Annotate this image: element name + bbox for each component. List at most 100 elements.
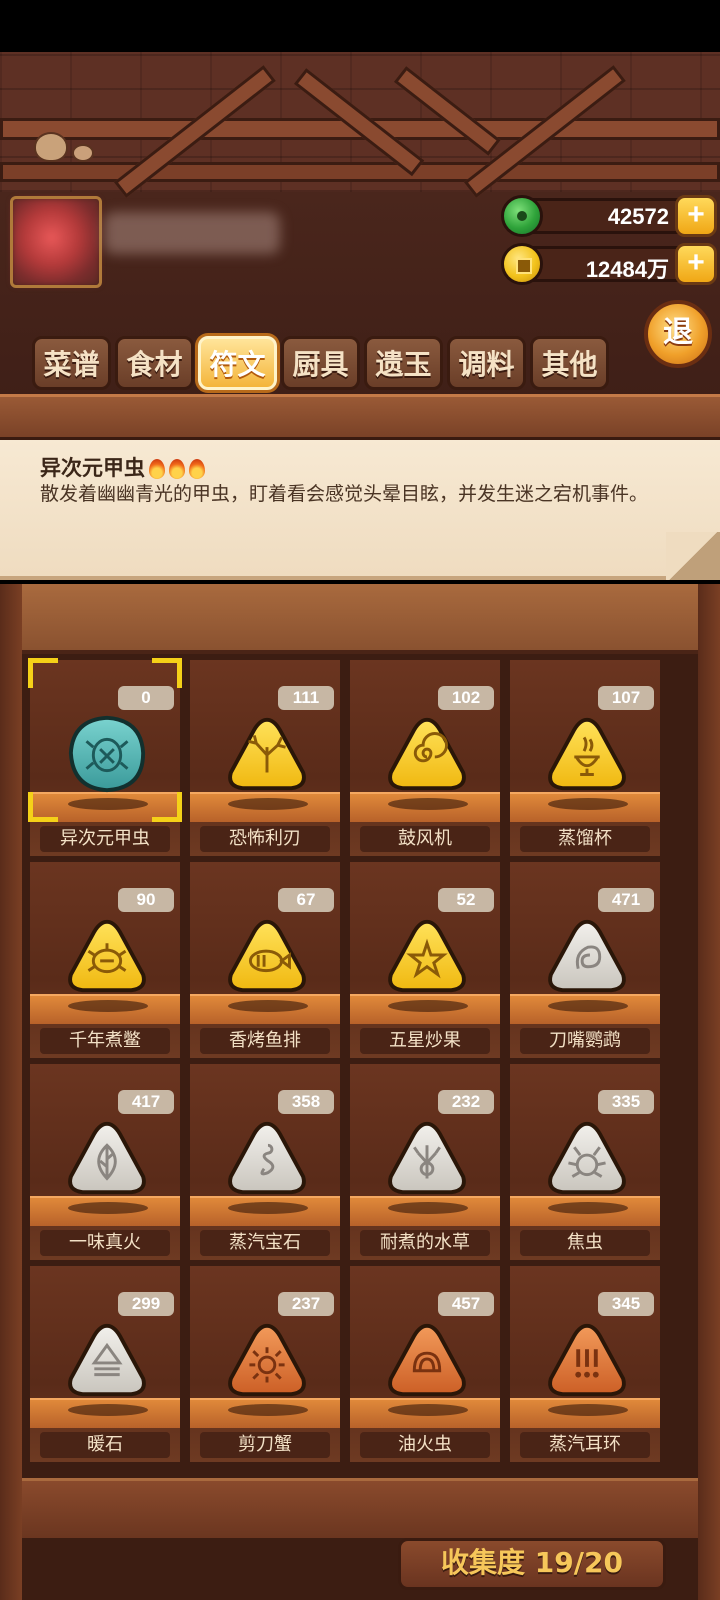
rune-name: 蒸汽宝石 xyxy=(200,1230,330,1256)
rune-count: 107 xyxy=(598,686,654,710)
bug-rune-icon xyxy=(544,1116,630,1200)
rune-name: 一味真火 xyxy=(40,1230,170,1256)
rune-count: 358 xyxy=(278,1090,334,1114)
cup-rune-icon xyxy=(544,712,630,796)
page-curl xyxy=(666,532,720,580)
rune-count: 237 xyxy=(278,1292,334,1316)
add-jade-button[interactable]: + xyxy=(675,195,717,237)
rune-slot[interactable]: 237 剪刀蟹 xyxy=(190,1266,340,1462)
rune-slot[interactable]: 299 暖石 xyxy=(30,1266,180,1462)
tab-2[interactable]: 符文 xyxy=(198,336,277,390)
weed-rune-icon xyxy=(384,1116,470,1200)
stone-shadow xyxy=(548,1404,628,1416)
tab-6[interactable]: 其他 xyxy=(530,336,609,390)
stone-shadow xyxy=(388,1202,468,1214)
rune-count: 299 xyxy=(118,1292,174,1316)
rune-slot[interactable]: 358 蒸汽宝石 xyxy=(190,1064,340,1260)
selection-corner xyxy=(28,792,58,822)
rune-count: 102 xyxy=(438,686,494,710)
claw-rune-icon xyxy=(224,712,310,796)
stone-shadow xyxy=(68,1202,148,1214)
item-title: 异次元甲虫 xyxy=(40,452,205,482)
rune-slot[interactable]: 52 五星炒果 xyxy=(350,862,500,1058)
rune-name: 焦虫 xyxy=(520,1230,650,1256)
marks-rune-icon xyxy=(544,1318,630,1402)
rune-count: 52 xyxy=(438,888,494,912)
rune-slot[interactable]: 345 蒸汽耳环 xyxy=(510,1266,660,1462)
spiral-rune-icon xyxy=(384,712,470,796)
stone-shadow xyxy=(548,798,628,810)
rune-name: 蒸馏杯 xyxy=(520,826,650,852)
add-coin-button[interactable]: + xyxy=(675,243,717,285)
rune-name: 恐怖利刃 xyxy=(200,826,330,852)
rune-slot[interactable]: 232 耐煮的水草 xyxy=(350,1064,500,1260)
stone-shadow xyxy=(68,798,148,810)
rune-count: 67 xyxy=(278,888,334,912)
rune-count: 0 xyxy=(118,686,174,710)
rune-count: 471 xyxy=(598,888,654,912)
jade-counter: 42572 + xyxy=(501,195,717,237)
player-name-blurred xyxy=(104,212,280,254)
rune-slot[interactable]: 0 异次元甲虫 xyxy=(28,658,182,856)
turtle-rune-icon xyxy=(64,914,150,998)
rune-name: 千年煮鳖 xyxy=(40,1028,170,1054)
rune-slot[interactable]: 471 刀嘴鹦鹉 xyxy=(510,862,660,1058)
coin-icon xyxy=(501,243,543,285)
rune-slot[interactable]: 457 油火虫 xyxy=(350,1266,500,1462)
wood-plank xyxy=(0,394,720,440)
rune-slot[interactable]: 417 一味真火 xyxy=(30,1064,180,1260)
roof-beam xyxy=(0,162,720,182)
stone-shadow xyxy=(548,1202,628,1214)
selection-corner xyxy=(152,792,182,822)
beetle-rune-icon xyxy=(64,712,150,796)
stone-shadow xyxy=(228,1202,308,1214)
tab-4[interactable]: 遗玉 xyxy=(364,336,443,390)
flame-icon xyxy=(169,459,185,479)
stone-shadow xyxy=(228,1000,308,1012)
item-title-text: 异次元甲虫 xyxy=(40,456,145,480)
rune-count: 345 xyxy=(598,1292,654,1316)
tab-3[interactable]: 厨具 xyxy=(281,336,360,390)
shelf-side xyxy=(0,584,22,1600)
shelf-top xyxy=(22,584,698,654)
rune-name: 耐煮的水草 xyxy=(360,1230,490,1256)
avatar-frame xyxy=(10,196,102,288)
leaf-rune-icon xyxy=(64,1116,150,1200)
rune-name: 剪刀蟹 xyxy=(200,1432,330,1458)
fish-rune-icon xyxy=(224,914,310,998)
rune-slot[interactable]: 107 蒸馏杯 xyxy=(510,660,660,856)
coin-counter: 12484万 + xyxy=(501,243,717,285)
stone-shadow xyxy=(388,798,468,810)
rune-slot[interactable]: 111 恐怖利刃 xyxy=(190,660,340,856)
rune-name: 香烤鱼排 xyxy=(200,1028,330,1054)
stone-shadow xyxy=(228,798,308,810)
flame-icon xyxy=(189,459,205,479)
tab-5[interactable]: 调料 xyxy=(447,336,526,390)
rune-count: 111 xyxy=(278,686,334,710)
jade-value: 42572 xyxy=(607,204,669,229)
rune-name: 五星炒果 xyxy=(360,1028,490,1054)
waves-rune-icon xyxy=(64,1318,150,1402)
rune-slot[interactable]: 102 鼓风机 xyxy=(350,660,500,856)
shelf-side xyxy=(698,584,720,1600)
tab-1[interactable]: 食材 xyxy=(115,336,194,390)
chick-decoration xyxy=(72,144,94,162)
coin-value: 12484万 xyxy=(585,257,669,282)
tab-0[interactable]: 菜谱 xyxy=(32,336,111,390)
snake-rune-icon xyxy=(224,1116,310,1200)
stone-shadow xyxy=(228,1404,308,1416)
item-description: 散发着幽幽青光的甲虫，盯着看会感觉头晕目眩，并发生迷之宕机事件。 xyxy=(40,483,649,505)
stone-shadow xyxy=(68,1000,148,1012)
rune-slot[interactable]: 90 千年煮鳖 xyxy=(30,862,180,1058)
rune-slot[interactable]: 335 焦虫 xyxy=(510,1064,660,1260)
stone-shadow xyxy=(548,1000,628,1012)
rune-slot[interactable]: 67 香烤鱼排 xyxy=(190,862,340,1058)
category-tabs: 菜谱 食材 符文 厨具 遗玉 调料 其他 xyxy=(32,336,612,390)
rune-count: 457 xyxy=(438,1292,494,1316)
rune-count: 232 xyxy=(438,1090,494,1114)
shell-rune-icon xyxy=(384,1318,470,1402)
rune-name: 油火虫 xyxy=(360,1432,490,1458)
chick-decoration xyxy=(34,132,68,162)
selection-corner xyxy=(28,658,58,688)
back-button[interactable]: 退 xyxy=(644,300,712,368)
